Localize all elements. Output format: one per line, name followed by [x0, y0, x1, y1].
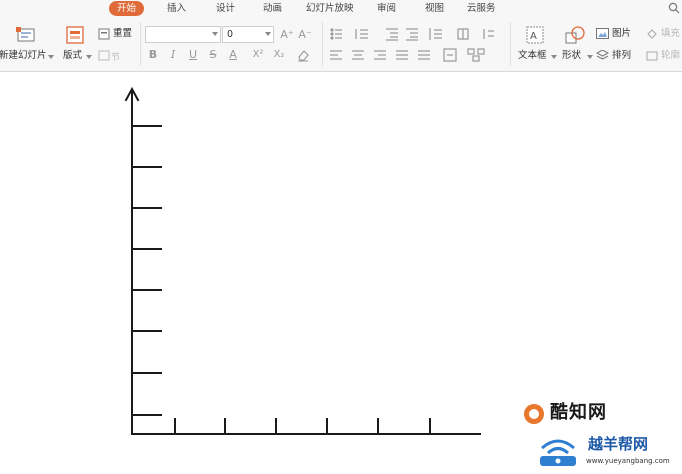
chevron-down-icon	[265, 32, 271, 36]
align-left-icon[interactable]	[330, 50, 342, 60]
tab-insert[interactable]: 插入	[167, 1, 186, 16]
section-button[interactable]: 节	[98, 49, 130, 63]
shape-button[interactable]: 形状	[559, 22, 593, 68]
numbered-list-icon[interactable]	[355, 29, 368, 39]
line-spacing-icon[interactable]	[429, 28, 442, 40]
ribbon-toolbar: 开始 插入 设计 动画 幻灯片放映 审阅 视图 云服务 新建幻灯片 版式 重置 …	[0, 0, 682, 72]
separator	[510, 22, 511, 66]
columns-icon[interactable]	[457, 28, 469, 40]
shape-label: 形状	[562, 50, 582, 61]
fill-label: 填充	[661, 28, 681, 39]
watermark-brand-2: 越羊帮网	[588, 435, 649, 453]
section-icon: 节	[98, 50, 120, 62]
watermark-logo-icon	[524, 404, 544, 424]
arrange-label: 排列	[612, 50, 632, 61]
strikethrough-icon[interactable]: S	[207, 49, 219, 61]
bold-icon[interactable]: B	[147, 49, 159, 61]
separator	[322, 22, 323, 66]
outline-label: 轮廓	[661, 50, 681, 61]
layout-label: 版式	[63, 50, 83, 61]
new-slide-icon	[16, 27, 35, 42]
font-color-icon[interactable]: A	[227, 49, 239, 61]
align-center-icon[interactable]	[352, 50, 364, 60]
watermark-url: www.yueyangbang.com	[586, 457, 670, 465]
new-slide-label: 新建幻灯片	[0, 50, 47, 61]
clear-format-icon[interactable]	[296, 48, 310, 62]
svg-text:A: A	[530, 31, 537, 42]
text-direction-icon[interactable]	[483, 29, 494, 39]
outline-pen-icon	[646, 51, 658, 61]
shrink-font-icon[interactable]: A⁻	[298, 29, 312, 41]
grow-font-icon[interactable]: A⁺	[280, 29, 294, 41]
chevron-down-icon	[212, 32, 218, 36]
font-size-select[interactable]: 0	[222, 26, 274, 43]
increase-indent-icon[interactable]	[406, 28, 418, 41]
svg-text:节: 节	[111, 52, 120, 62]
chevron-down-icon	[587, 55, 593, 59]
font-name-select[interactable]	[145, 26, 221, 43]
watermark-brand-1: 酷知网	[550, 402, 607, 423]
paragraph-tools	[330, 28, 494, 62]
align-right-icon[interactable]	[374, 50, 386, 60]
superscript-icon[interactable]: X²	[250, 49, 266, 61]
chevron-down-icon	[48, 55, 54, 59]
decrease-indent-icon[interactable]	[386, 28, 398, 41]
watermark-logo-2: 越羊帮网 www.yueyangbang.com	[530, 432, 680, 472]
chevron-down-icon	[551, 55, 557, 59]
picture-button[interactable]: 图片	[596, 27, 640, 41]
tab-cloud[interactable]: 云服务	[467, 1, 496, 16]
reset-button[interactable]: 重置	[96, 27, 136, 41]
new-slide-button[interactable]: 新建幻灯片	[0, 22, 56, 68]
justify-icon[interactable]	[396, 50, 408, 60]
reset-icon	[98, 28, 110, 40]
watermark-logo-1: 酷知网	[522, 400, 662, 428]
textbox-icon: A	[526, 26, 544, 44]
textbox-button[interactable]: A 文本框	[515, 22, 557, 68]
picture-icon	[596, 28, 609, 39]
tab-animation[interactable]: 动画	[263, 1, 282, 16]
underline-icon[interactable]: U	[187, 49, 199, 61]
fill-button[interactable]: 填充	[646, 27, 682, 41]
subscript-icon[interactable]: X₂	[271, 49, 287, 61]
distribute-icon[interactable]	[418, 50, 430, 60]
shape-icon	[565, 26, 585, 44]
arrange-button[interactable]: 排列	[596, 49, 640, 63]
smartart-icon[interactable]	[467, 48, 485, 62]
layout-icon	[66, 26, 84, 44]
picture-label: 图片	[612, 28, 632, 39]
layout-button[interactable]: 版式	[60, 22, 92, 68]
italic-icon[interactable]: I	[167, 49, 179, 61]
separator	[140, 22, 141, 66]
textbox-label: 文本框	[518, 50, 547, 61]
bullet-list-icon[interactable]	[330, 28, 342, 40]
chevron-down-icon	[86, 55, 92, 59]
reset-label: 重置	[113, 28, 133, 39]
font-size-value: 0	[227, 29, 234, 40]
tab-design[interactable]: 设计	[216, 1, 235, 16]
search-icon[interactable]	[668, 2, 680, 14]
tab-slideshow[interactable]: 幻灯片放映	[306, 1, 354, 16]
tab-home[interactable]: 开始	[109, 1, 145, 16]
ribbon-tab-bar: 开始 插入 设计 动画 幻灯片放映 审阅 视图 云服务	[0, 0, 682, 18]
fill-bucket-icon	[647, 29, 657, 39]
vertical-align-icon[interactable]	[443, 48, 457, 62]
outline-button[interactable]: 轮廓	[646, 49, 682, 63]
arrange-icon	[596, 50, 609, 60]
tab-view[interactable]: 视图	[425, 1, 444, 16]
wifi-logo-icon	[540, 439, 576, 466]
tab-review[interactable]: 审阅	[377, 1, 396, 16]
